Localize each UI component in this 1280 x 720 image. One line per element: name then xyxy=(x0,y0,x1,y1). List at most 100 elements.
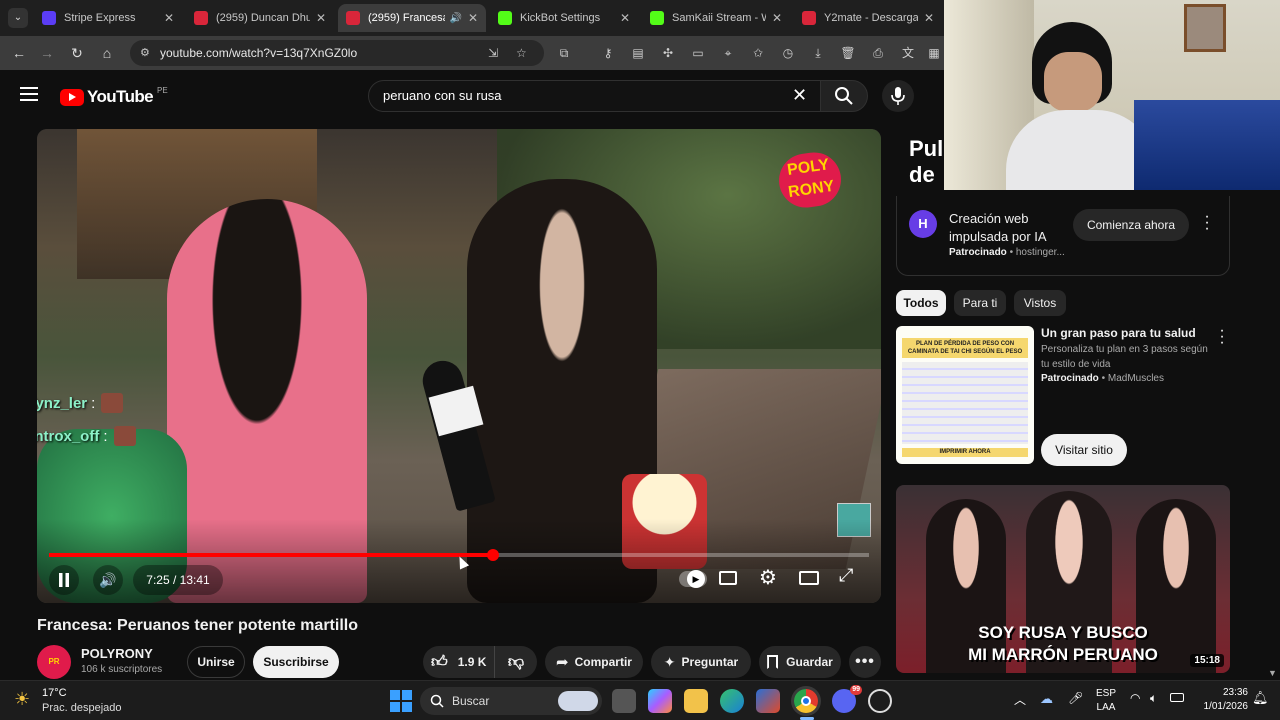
ad-thumbnail[interactable]: PLAN DE PÉRDIDA DE PESO CON CAMINATA DE … xyxy=(896,326,1034,464)
fullscreen-icon[interactable]: ⤢ xyxy=(839,565,853,586)
install-icon[interactable]: ⇲ xyxy=(488,40,498,66)
thumbs-up-icon: 👍︎ xyxy=(431,653,448,671)
settings-icon[interactable]: ⚙ xyxy=(759,565,777,590)
extension-puzzle-icon[interactable]: ✣ xyxy=(660,45,676,61)
channel-avatar[interactable]: PR xyxy=(37,645,71,679)
reader-icon[interactable]: ▤ xyxy=(630,45,646,61)
browser-tab[interactable]: Stripe Express ✕ xyxy=(34,4,182,32)
chip-all[interactable]: Todos xyxy=(896,290,946,316)
apps-icon[interactable]: ▦ xyxy=(926,45,942,61)
chip-for-you[interactable]: Para ti xyxy=(954,290,1006,316)
theater-mode-icon[interactable] xyxy=(799,571,819,585)
downloads-icon[interactable]: ⤓ xyxy=(810,45,826,61)
weather-widget[interactable]: ☀ 17°C Prac. despejado xyxy=(14,685,134,717)
join-button[interactable]: Unirse xyxy=(187,646,245,678)
address-bar[interactable]: ⚙ youtube.com/watch?v=13q7XnGZ0lo ⇲ ☆ xyxy=(130,40,544,66)
close-icon[interactable]: ✕ xyxy=(924,11,934,25)
subscribe-button[interactable]: Suscribirse xyxy=(253,646,339,678)
forward-icon[interactable]: → xyxy=(36,42,58,64)
close-icon[interactable]: ✕ xyxy=(164,11,174,25)
print-icon[interactable]: ⎙ xyxy=(870,45,886,61)
channel-name[interactable]: POLYRONY xyxy=(81,646,153,661)
notification-bell-icon[interactable]: 🔔︎ xyxy=(1252,690,1269,706)
language-indicator[interactable]: ESP LAA xyxy=(1096,687,1116,715)
favorites-icon[interactable]: ✩ xyxy=(750,45,766,61)
extensions-icon[interactable]: ⧉ xyxy=(556,45,572,61)
clock[interactable]: 23:36 1/01/2026 xyxy=(1196,686,1249,714)
home-icon[interactable]: ⌂ xyxy=(96,42,118,64)
store-icon[interactable] xyxy=(756,689,780,713)
volume-tray-icon[interactable]: 🔈︎ xyxy=(1150,691,1157,706)
recommended-video-thumbnail[interactable]: SOY RUSA Y BUSCO MI MARRÓN PERUANO 15:18 xyxy=(896,485,1230,673)
location-icon[interactable]: ⌖ xyxy=(720,45,736,61)
ad-cta-button[interactable]: Comienza ahora xyxy=(1073,209,1189,241)
chrome-icon[interactable] xyxy=(794,689,818,713)
ad-card-hostinger[interactable]: H Creación web impulsada por IA Patrocin… xyxy=(896,196,1230,276)
app-icon[interactable] xyxy=(868,689,892,713)
more-vertical-icon[interactable]: · · · xyxy=(1201,209,1213,237)
scroll-down-icon[interactable]: ▼ xyxy=(1268,668,1277,678)
back-icon[interactable]: ← xyxy=(8,42,30,64)
browser-toolbar: ← → ↻ ⌂ ⚙ youtube.com/watch?v=13q7XnGZ0l… xyxy=(0,36,944,70)
youtube-logo[interactable]: YouTube PE xyxy=(60,86,168,108)
edge-icon[interactable] xyxy=(720,689,744,713)
keyboard-layout: LAA xyxy=(1096,702,1116,713)
delete-icon[interactable]: 🗑 xyxy=(840,45,856,61)
tab-title: Y2mate - Descargar xyxy=(824,12,918,24)
file-explorer-icon[interactable] xyxy=(684,689,708,713)
close-icon[interactable]: ✕ xyxy=(468,11,478,25)
pause-button[interactable] xyxy=(49,565,79,595)
site-info-icon[interactable]: ⚙ xyxy=(140,40,150,66)
wifi-icon[interactable]: ◠ xyxy=(1130,691,1140,705)
clear-search-icon[interactable]: ✕ xyxy=(792,85,807,106)
reload-icon[interactable]: ↻ xyxy=(66,42,88,64)
microphone-button[interactable] xyxy=(882,80,914,112)
mic-tray-icon[interactable]: 🎤︎ xyxy=(1068,691,1083,705)
browser-tab-active[interactable]: (2959) Francesa: 🔊 ✕ xyxy=(338,4,486,32)
volume-button[interactable]: 🔊 xyxy=(93,565,123,595)
tab-list-dropdown[interactable]: ⌄ xyxy=(8,8,28,28)
banner-text: Pul de xyxy=(909,136,943,188)
save-button[interactable]: Guardar xyxy=(759,646,841,678)
bookmark-star-icon[interactable]: ☆ xyxy=(516,40,527,66)
autoplay-toggle[interactable]: ▶ xyxy=(679,570,707,588)
browser-tab[interactable]: KickBot Settings ✕ xyxy=(490,4,638,32)
chip-watched[interactable]: Vistos xyxy=(1014,290,1066,316)
like-button[interactable]: 👍︎ 1.9 K xyxy=(423,646,495,678)
speaker-icon[interactable]: 🔊 xyxy=(449,13,461,24)
tray-chevron-icon[interactable]: ︿ xyxy=(1014,691,1026,708)
video-player[interactable]: POLY RONY Vynz_ler : antrox_off : 🔊 7:25… xyxy=(37,129,881,603)
more-vertical-icon[interactable]: · · · xyxy=(1216,323,1228,351)
cloud-icon[interactable]: ☁ xyxy=(1040,691,1053,707)
translate-icon[interactable]: 文 xyxy=(900,45,916,61)
browser-tab[interactable]: (2959) Duncan Dhu ✕ xyxy=(186,4,334,32)
key-icon[interactable]: ⚷ xyxy=(600,45,616,61)
menu-icon[interactable] xyxy=(20,87,38,101)
discord-icon[interactable]: 99 xyxy=(832,685,862,713)
taskbar-search[interactable]: Buscar xyxy=(420,687,602,715)
battery-icon[interactable] xyxy=(1170,693,1184,702)
task-view-icon[interactable] xyxy=(612,689,636,713)
ask-button[interactable]: ✦ Preguntar xyxy=(651,646,751,678)
subtitles-icon[interactable] xyxy=(719,571,737,585)
more-actions-button[interactable]: ••• xyxy=(849,646,881,678)
close-icon[interactable]: ✕ xyxy=(620,11,630,25)
browser-tab[interactable]: Y2mate - Descargar ✕ xyxy=(794,4,942,32)
history-icon[interactable]: ◷ xyxy=(780,45,796,61)
visit-site-button[interactable]: Visitar sitio xyxy=(1041,434,1127,466)
browser-tab[interactable]: SamKaii Stream - Wa ✕ xyxy=(642,4,790,32)
copilot-icon[interactable] xyxy=(648,689,672,713)
video-title: Francesa: Peruanos tener potente martill… xyxy=(37,617,358,634)
search-button[interactable] xyxy=(820,80,868,112)
close-icon[interactable]: ✕ xyxy=(772,11,782,25)
dislike-button[interactable]: 👎︎ xyxy=(495,646,537,678)
share-button[interactable]: ➦ Compartir xyxy=(545,646,643,678)
pause-icon xyxy=(59,573,69,587)
ad2-title[interactable]: Un gran paso para tu salud xyxy=(1041,326,1196,340)
logo-text: YouTube xyxy=(87,87,154,106)
close-icon[interactable]: ✕ xyxy=(316,11,326,25)
windows-start-icon[interactable] xyxy=(389,689,413,713)
search-input[interactable]: peruano con su rusa xyxy=(368,80,822,112)
card-icon[interactable]: ▭ xyxy=(690,45,706,61)
kick-icon xyxy=(498,11,512,25)
